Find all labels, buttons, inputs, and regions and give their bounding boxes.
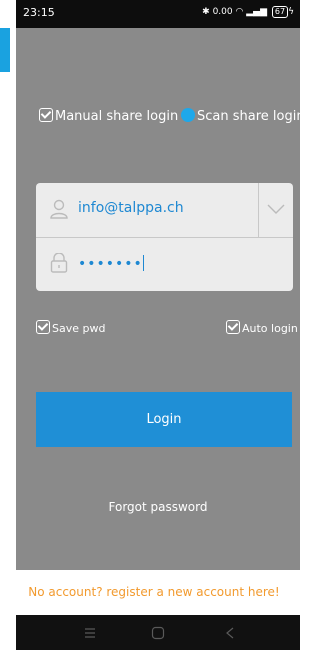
checkbox-checked-icon	[39, 108, 53, 122]
menu-icon[interactable]	[82, 625, 98, 641]
navigation-bar	[16, 615, 300, 650]
forgot-password-link[interactable]: Forgot password	[16, 500, 300, 514]
checkbox-checked-icon	[36, 320, 50, 334]
text-cursor	[142, 255, 145, 271]
password-mask: •••••••	[78, 256, 143, 272]
password-field[interactable]: •••••••	[36, 237, 293, 291]
checkbox-checked-icon	[226, 320, 240, 334]
login-form: info@talppa.ch •••••••	[36, 183, 293, 291]
status-icons: ✱ 0.00 ◠ ▂▄▆ 67 ϟ	[202, 6, 294, 18]
manual-share-login-label: Manual share login	[55, 109, 179, 124]
register-link[interactable]: No account? register a new account here!	[0, 585, 308, 599]
status-bar: 23:15 ✱ 0.00 ◠ ▂▄▆ 67 ϟ	[16, 0, 300, 28]
scan-share-login-option[interactable]: Scan share login	[181, 108, 305, 124]
lock-icon	[50, 253, 68, 273]
home-icon[interactable]	[150, 625, 166, 641]
manual-share-login-option[interactable]: Manual share login	[39, 108, 178, 124]
field-divider	[258, 183, 259, 237]
login-button[interactable]: Login	[36, 392, 292, 447]
radio-selected-icon	[181, 108, 195, 122]
auto-login-option[interactable]: Auto login	[226, 320, 298, 335]
email-field[interactable]: info@talppa.ch	[36, 183, 293, 238]
user-icon	[50, 199, 68, 219]
save-pwd-option[interactable]: Save pwd	[36, 320, 105, 335]
network-speed: 0.00	[212, 7, 233, 17]
bluetooth-icon: ✱	[202, 7, 210, 17]
password-value: •••••••	[78, 255, 145, 272]
signal-icon: ▂▄▆	[246, 7, 267, 17]
wifi-icon: ◠	[235, 7, 244, 17]
back-icon[interactable]	[222, 625, 238, 641]
battery-icon: 67	[271, 6, 289, 18]
auto-login-label: Auto login	[242, 322, 298, 335]
login-panel: Manual share login Scan share login info…	[16, 28, 305, 570]
email-value: info@talppa.ch	[78, 200, 184, 216]
save-pwd-label: Save pwd	[52, 322, 106, 335]
charging-icon: ϟ	[288, 7, 294, 17]
chevron-down-icon[interactable]	[266, 199, 286, 219]
scan-share-login-label: Scan share login	[197, 109, 305, 124]
left-accent-strip	[0, 28, 10, 72]
status-time: 23:15	[23, 6, 55, 19]
